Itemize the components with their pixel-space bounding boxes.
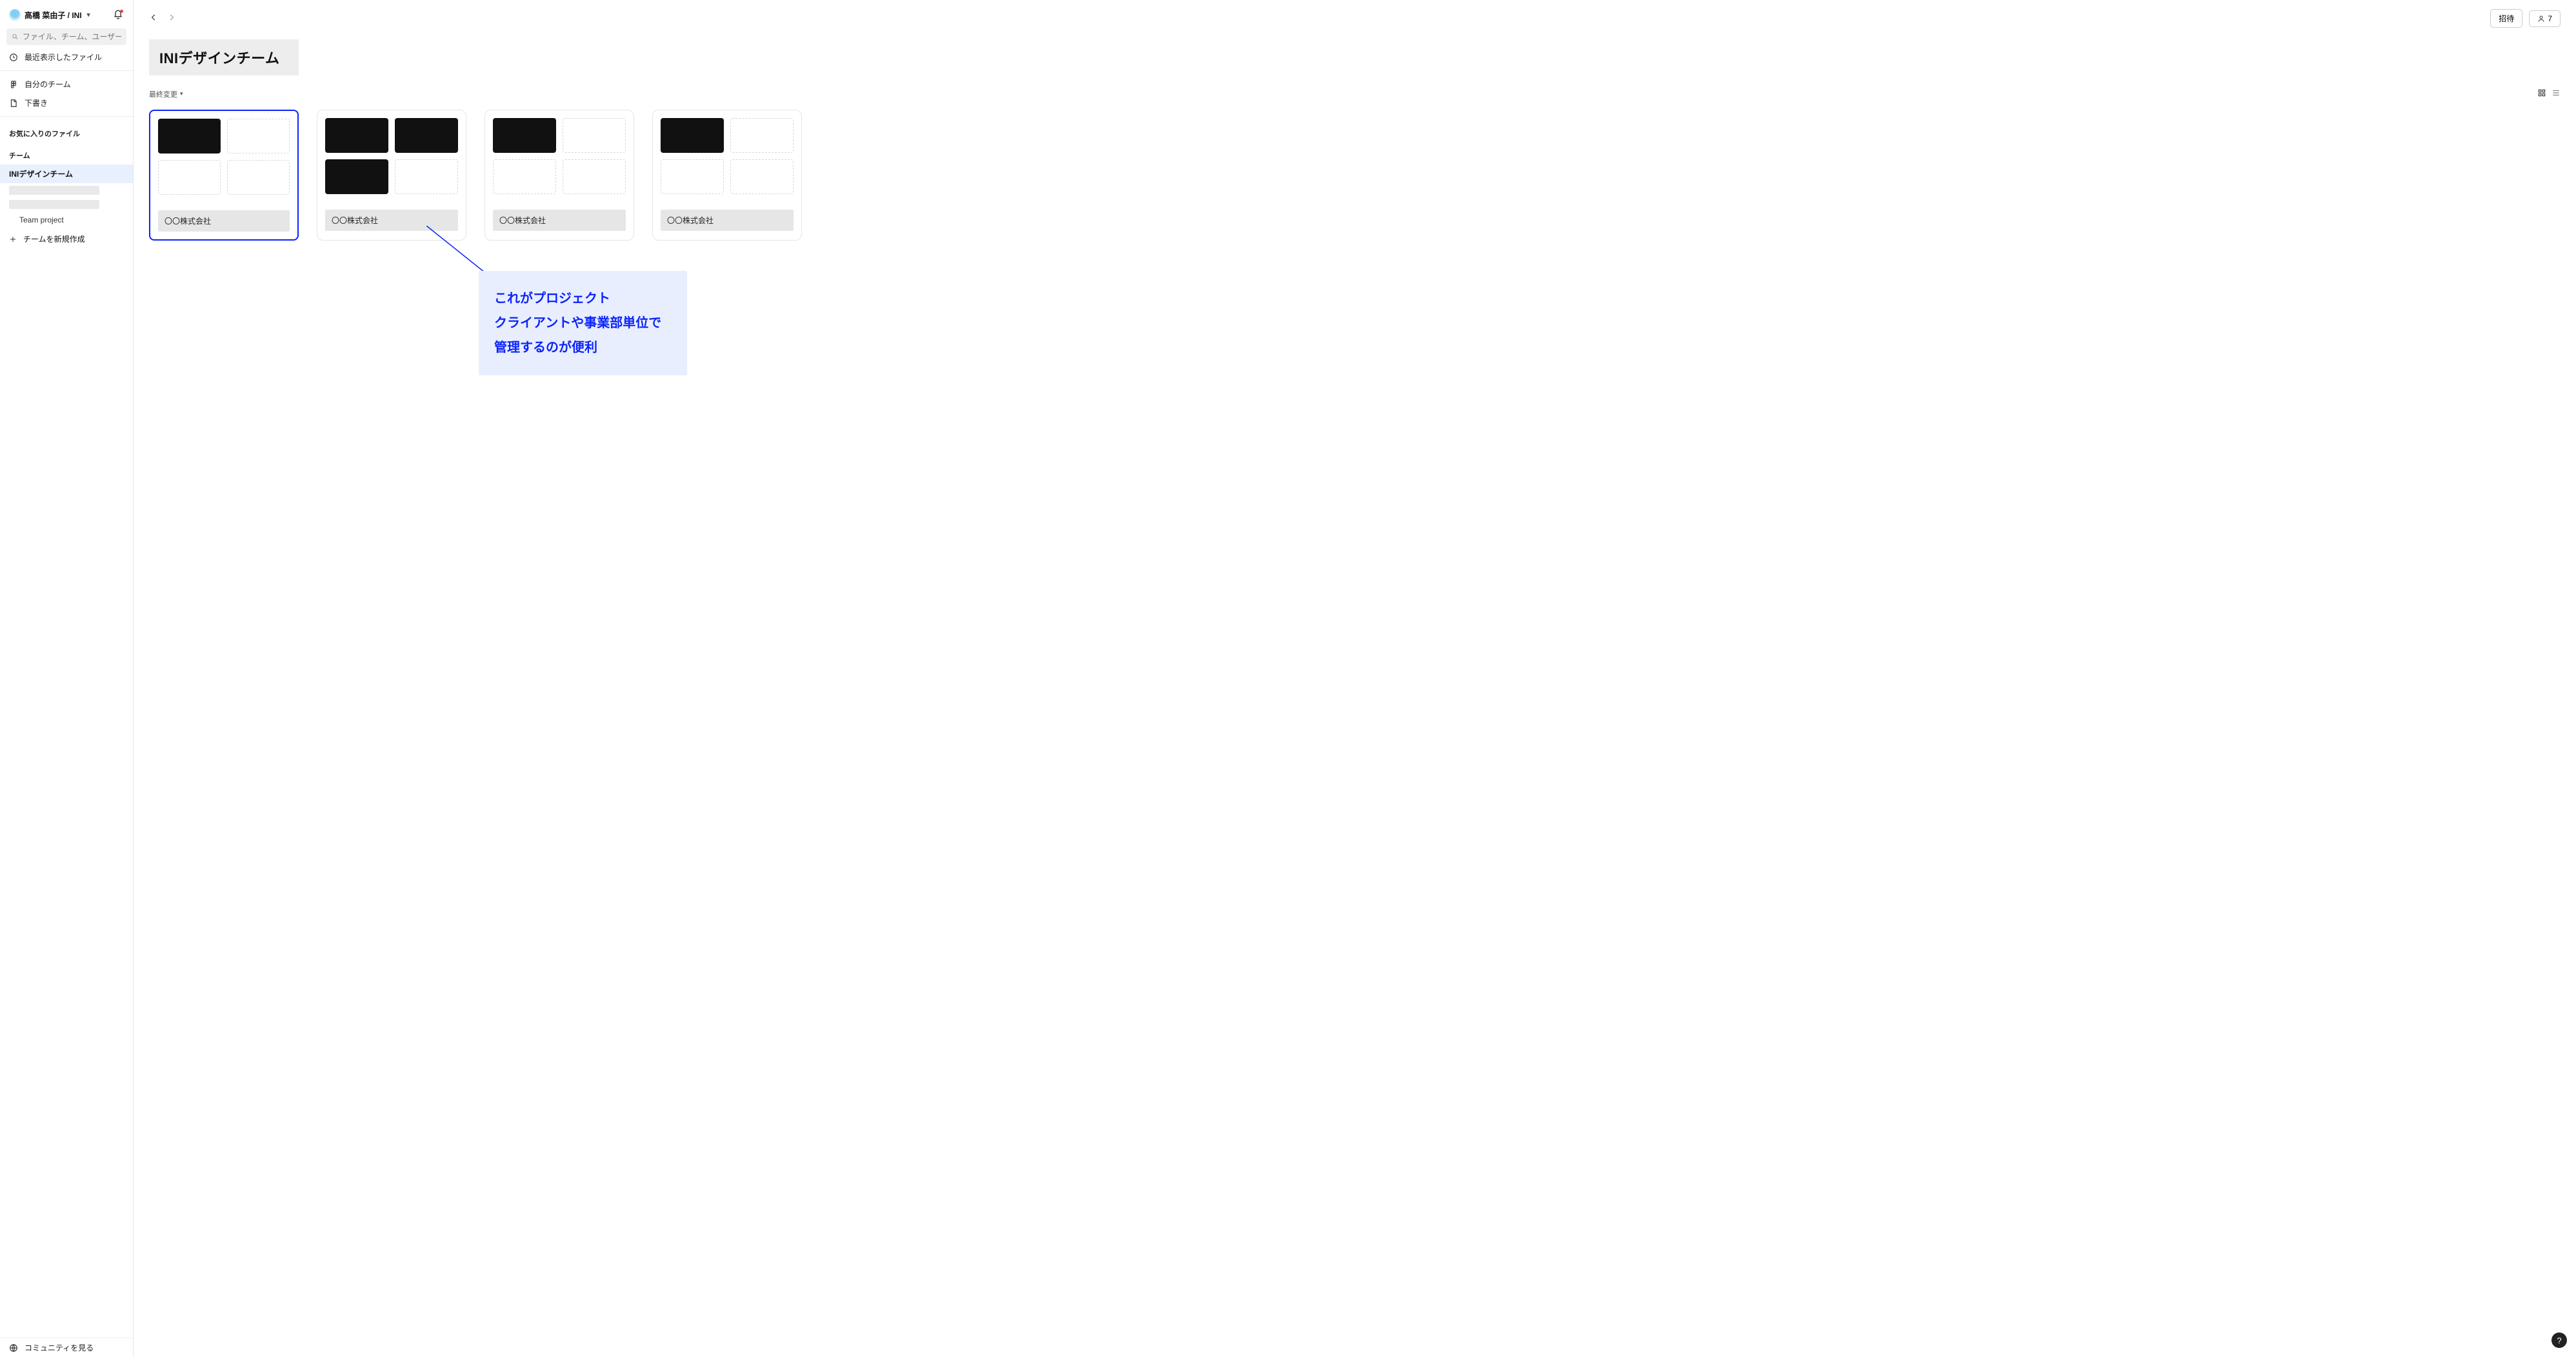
project-thumb-grid [158, 119, 290, 201]
figma-icon [9, 80, 18, 89]
page-title-block: INIデザインチーム [149, 39, 299, 75]
chevron-down-icon: ▾ [87, 12, 90, 19]
project-thumb [563, 159, 626, 194]
sidebar-team-ini-label: INIデザインチーム [9, 170, 73, 179]
page-title: INIデザインチーム [159, 47, 279, 68]
project-card[interactable]: 〇〇株式会社 [652, 110, 802, 241]
sort-label: 最終変更 [149, 89, 177, 99]
project-thumb [661, 118, 724, 153]
sidebar-your-teams[interactable]: 自分のチーム [0, 75, 133, 94]
project-name: 〇〇株式会社 [325, 210, 458, 231]
search-icon [12, 33, 19, 41]
sidebar-favorites-header: お気に入りのファイル [0, 121, 133, 143]
project-grid: 〇〇株式会社 〇〇株式会社 〇〇株式会社 〇〇株式会社 [149, 110, 2561, 241]
project-name: 〇〇株式会社 [493, 210, 626, 231]
annotation-line: クライアントや事業部単位で [494, 311, 661, 335]
sidebar-community[interactable]: コミュニティを見る [0, 1338, 133, 1357]
invite-label: 招待 [2499, 13, 2514, 24]
project-thumb [493, 159, 556, 194]
project-thumb [661, 159, 724, 194]
nav-forward-button[interactable] [167, 13, 176, 24]
sidebar-team-ini[interactable]: INIデザインチーム [0, 164, 133, 183]
plus-icon [9, 235, 17, 243]
project-name: 〇〇株式会社 [158, 210, 290, 232]
grid-view-button[interactable] [2537, 88, 2546, 99]
globe-icon [9, 1343, 18, 1352]
project-thumb [395, 118, 458, 153]
sidebar-community-label: コミュニティを見る [25, 1342, 94, 1353]
help-button[interactable]: ? [2551, 1332, 2567, 1348]
main-content: 招待 7 INIデザインチーム 最終変更 ▾ 〇〇株式会社〇〇株式会社〇〇株式会… [134, 0, 2576, 1357]
member-count: 7 [2548, 14, 2552, 23]
sort-dropdown[interactable]: 最終変更 ▾ [149, 89, 183, 99]
sidebar-team-project[interactable]: Team project [0, 212, 133, 228]
chevron-left-icon [149, 13, 158, 22]
project-thumb [730, 159, 794, 194]
project-thumb-grid [325, 118, 458, 201]
topbar: 招待 7 [149, 0, 2561, 34]
project-card[interactable]: 〇〇株式会社 [484, 110, 634, 241]
project-thumb [493, 118, 556, 153]
project-thumb [227, 119, 290, 154]
project-thumb [325, 118, 388, 153]
grid-icon [2537, 88, 2546, 97]
sidebar-team-placeholder [9, 186, 99, 195]
search-input[interactable] [23, 32, 121, 41]
project-name: 〇〇株式会社 [661, 210, 794, 231]
search-field[interactable] [6, 28, 126, 45]
notifications-button[interactable] [112, 9, 124, 21]
project-thumb [158, 119, 221, 154]
project-thumb [563, 118, 626, 153]
chevron-right-icon [167, 13, 176, 22]
list-icon [2551, 88, 2561, 97]
members-button[interactable]: 7 [2529, 10, 2561, 27]
annotation-callout: これがプロジェクト クライアントや事業部単位で 管理するのが便利 [479, 271, 687, 375]
person-icon [2537, 15, 2545, 23]
project-thumb-grid [661, 118, 794, 201]
help-icon: ? [2557, 1336, 2561, 1345]
clock-icon [9, 53, 18, 62]
sidebar-drafts-label: 下書き [25, 97, 48, 108]
sidebar-your-teams-label: 自分のチーム [25, 79, 71, 90]
file-icon [9, 99, 18, 108]
list-view-button[interactable] [2551, 88, 2561, 99]
bell-icon [113, 10, 123, 20]
sidebar-recent[interactable]: 最近表示したファイル [0, 48, 133, 66]
project-card[interactable]: 〇〇株式会社 [317, 110, 466, 241]
sidebar-create-team[interactable]: チームを新規作成 [0, 228, 133, 250]
invite-button[interactable]: 招待 [2490, 9, 2522, 28]
project-card[interactable]: 〇〇株式会社 [149, 110, 299, 241]
chevron-down-icon: ▾ [180, 90, 183, 97]
project-thumb [325, 159, 388, 194]
sidebar-recent-label: 最近表示したファイル [25, 52, 102, 63]
project-thumb [227, 160, 290, 195]
sidebar-teams-header: チーム [0, 143, 133, 164]
sidebar-drafts[interactable]: 下書き [0, 94, 133, 112]
project-thumb-grid [493, 118, 626, 201]
sidebar-team-project-label: Team project [19, 215, 64, 224]
project-thumb [395, 159, 458, 194]
sidebar-create-team-label: チームを新規作成 [23, 233, 85, 244]
nav-back-button[interactable] [149, 13, 158, 24]
avatar [9, 9, 21, 21]
sidebar: 高橋 菜由子 / INI ▾ 最近表示したファイル 自分のチーム 下書き お気に… [0, 0, 134, 1357]
annotation-line: 管理するのが便利 [494, 335, 661, 360]
sidebar-team-placeholder [9, 200, 99, 209]
project-thumb [730, 118, 794, 153]
annotation-line: これがプロジェクト [494, 286, 661, 311]
account-switcher[interactable]: 高橋 菜由子 / INI ▾ [6, 6, 126, 23]
project-thumb [158, 160, 221, 195]
account-name: 高橋 菜由子 / INI [25, 10, 82, 21]
